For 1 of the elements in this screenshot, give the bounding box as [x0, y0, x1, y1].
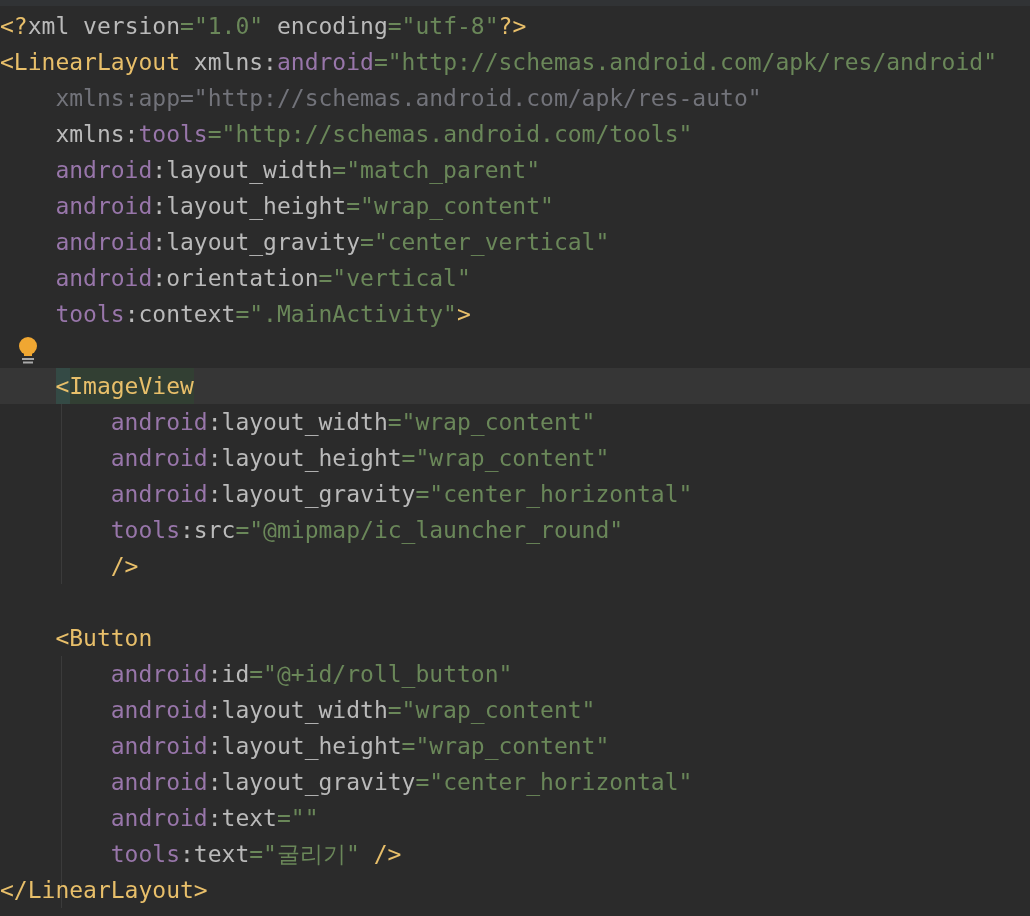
lightbulb-icon[interactable]	[17, 336, 39, 364]
